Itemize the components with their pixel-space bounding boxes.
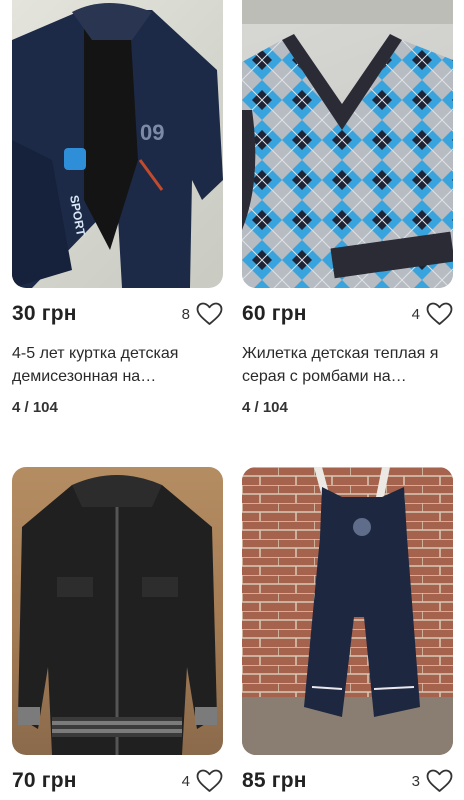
listing-photo[interactable] — [12, 467, 223, 755]
likes[interactable]: 3 — [412, 769, 453, 793]
listing-photo[interactable] — [242, 467, 453, 755]
heart-icon[interactable] — [196, 302, 223, 326]
heart-icon[interactable] — [426, 769, 453, 793]
heart-icon[interactable] — [196, 769, 223, 793]
like-count: 8 — [181, 305, 190, 323]
listing-photo[interactable] — [242, 0, 453, 288]
listing-grid: SPORT 09 30 грн 8 4-5 лет куртка детская… — [0, 0, 464, 800]
jacket-sport-photo-icon: SPORT 09 — [12, 3, 223, 288]
listing-title[interactable]: 4-5 лет куртка детская демисезонная на… — [12, 342, 223, 388]
listing-title[interactable]: Жилетка детская теплая я серая с ромбами… — [242, 342, 453, 388]
likes[interactable]: 4 — [182, 769, 223, 793]
listing-size: 4 / 104 — [12, 399, 58, 416]
like-count: 3 — [411, 772, 420, 790]
listing-card[interactable]: 85 грн 3 — [242, 467, 453, 793]
listing-card[interactable]: SPORT 09 30 грн 8 4-5 лет куртка детская… — [12, 0, 223, 416]
snow-pants-photo-icon — [242, 467, 453, 755]
leather-jacket-photo-icon — [18, 475, 217, 755]
likes[interactable]: 4 — [412, 302, 453, 326]
price: 70 грн — [12, 769, 77, 792]
price: 85 грн — [242, 769, 307, 792]
like-count: 4 — [181, 772, 190, 790]
listing-card[interactable]: 70 грн 4 — [12, 467, 223, 793]
argyle-vest-photo-icon — [242, 0, 453, 288]
price: 60 грн — [242, 302, 307, 325]
price: 30 грн — [12, 302, 77, 325]
svg-text:09: 09 — [140, 120, 164, 145]
listing-size: 4 / 104 — [242, 399, 288, 416]
likes[interactable]: 8 — [182, 302, 223, 326]
listing-photo[interactable]: SPORT 09 — [12, 0, 223, 288]
heart-icon[interactable] — [426, 302, 453, 326]
listing-card[interactable]: 60 грн 4 Жилетка детская теплая я серая … — [242, 0, 453, 416]
like-count: 4 — [411, 305, 420, 323]
